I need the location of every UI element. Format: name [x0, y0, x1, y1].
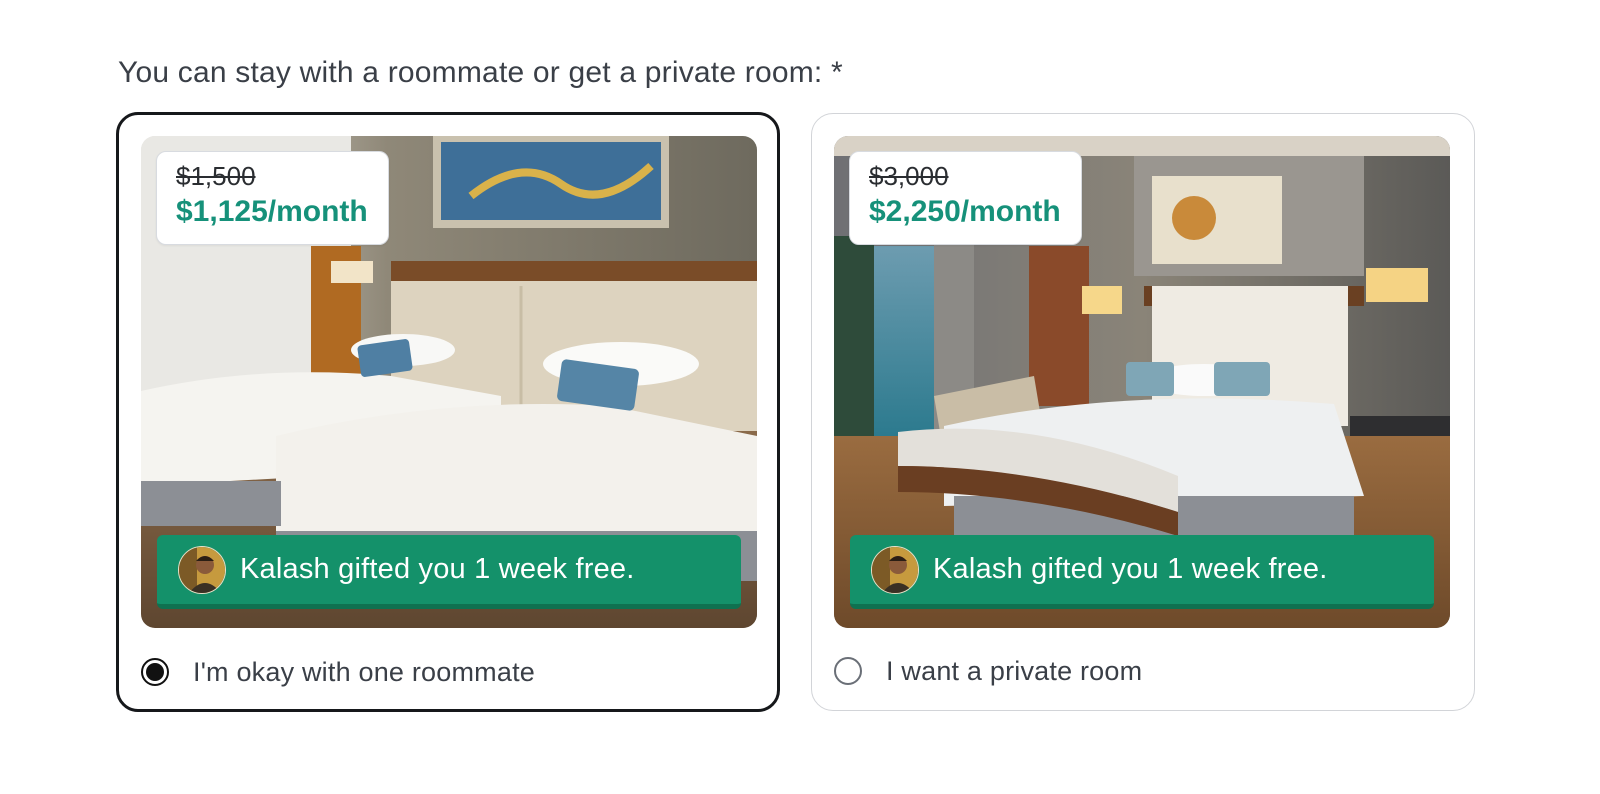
roommate-option-card[interactable]: $1,500 $1,125/month Kalash gifted you 1 …	[116, 112, 780, 712]
king-bed-room-photo: $3,000 $2,250/month Kalash gifted you 1 …	[834, 136, 1450, 628]
price-tag: $3,000 $2,250/month	[849, 151, 1082, 245]
gift-text: Kalash gifted you 1 week free.	[933, 553, 1328, 585]
avatar	[178, 545, 226, 594]
original-price: $1,500	[176, 161, 256, 191]
discounted-price: $2,250/month	[869, 195, 1061, 228]
avatar	[871, 545, 919, 594]
discounted-price: $1,125/month	[176, 195, 368, 228]
original-price: $3,000	[869, 161, 949, 191]
question-label: You can stay with a roommate or get a pr…	[118, 56, 843, 89]
roommate-option-row[interactable]: I'm okay with one roommate	[141, 655, 535, 689]
private-room-option-row[interactable]: I want a private room	[834, 654, 1142, 688]
private-room-option-card[interactable]: $3,000 $2,250/month Kalash gifted you 1 …	[811, 113, 1475, 711]
gift-banner: Kalash gifted you 1 week free.	[157, 535, 741, 609]
gift-banner: Kalash gifted you 1 week free.	[850, 535, 1434, 609]
private-room-option-label[interactable]: I want a private room	[886, 656, 1142, 687]
gift-text: Kalash gifted you 1 week free.	[240, 553, 635, 585]
private-room-radio[interactable]	[834, 657, 862, 685]
radio-dot	[146, 663, 164, 681]
roommate-option-label[interactable]: I'm okay with one roommate	[193, 657, 535, 688]
roommate-radio[interactable]	[141, 658, 169, 686]
twin-beds-room-photo: $1,500 $1,125/month Kalash gifted you 1 …	[141, 136, 757, 628]
price-tag: $1,500 $1,125/month	[156, 151, 389, 245]
